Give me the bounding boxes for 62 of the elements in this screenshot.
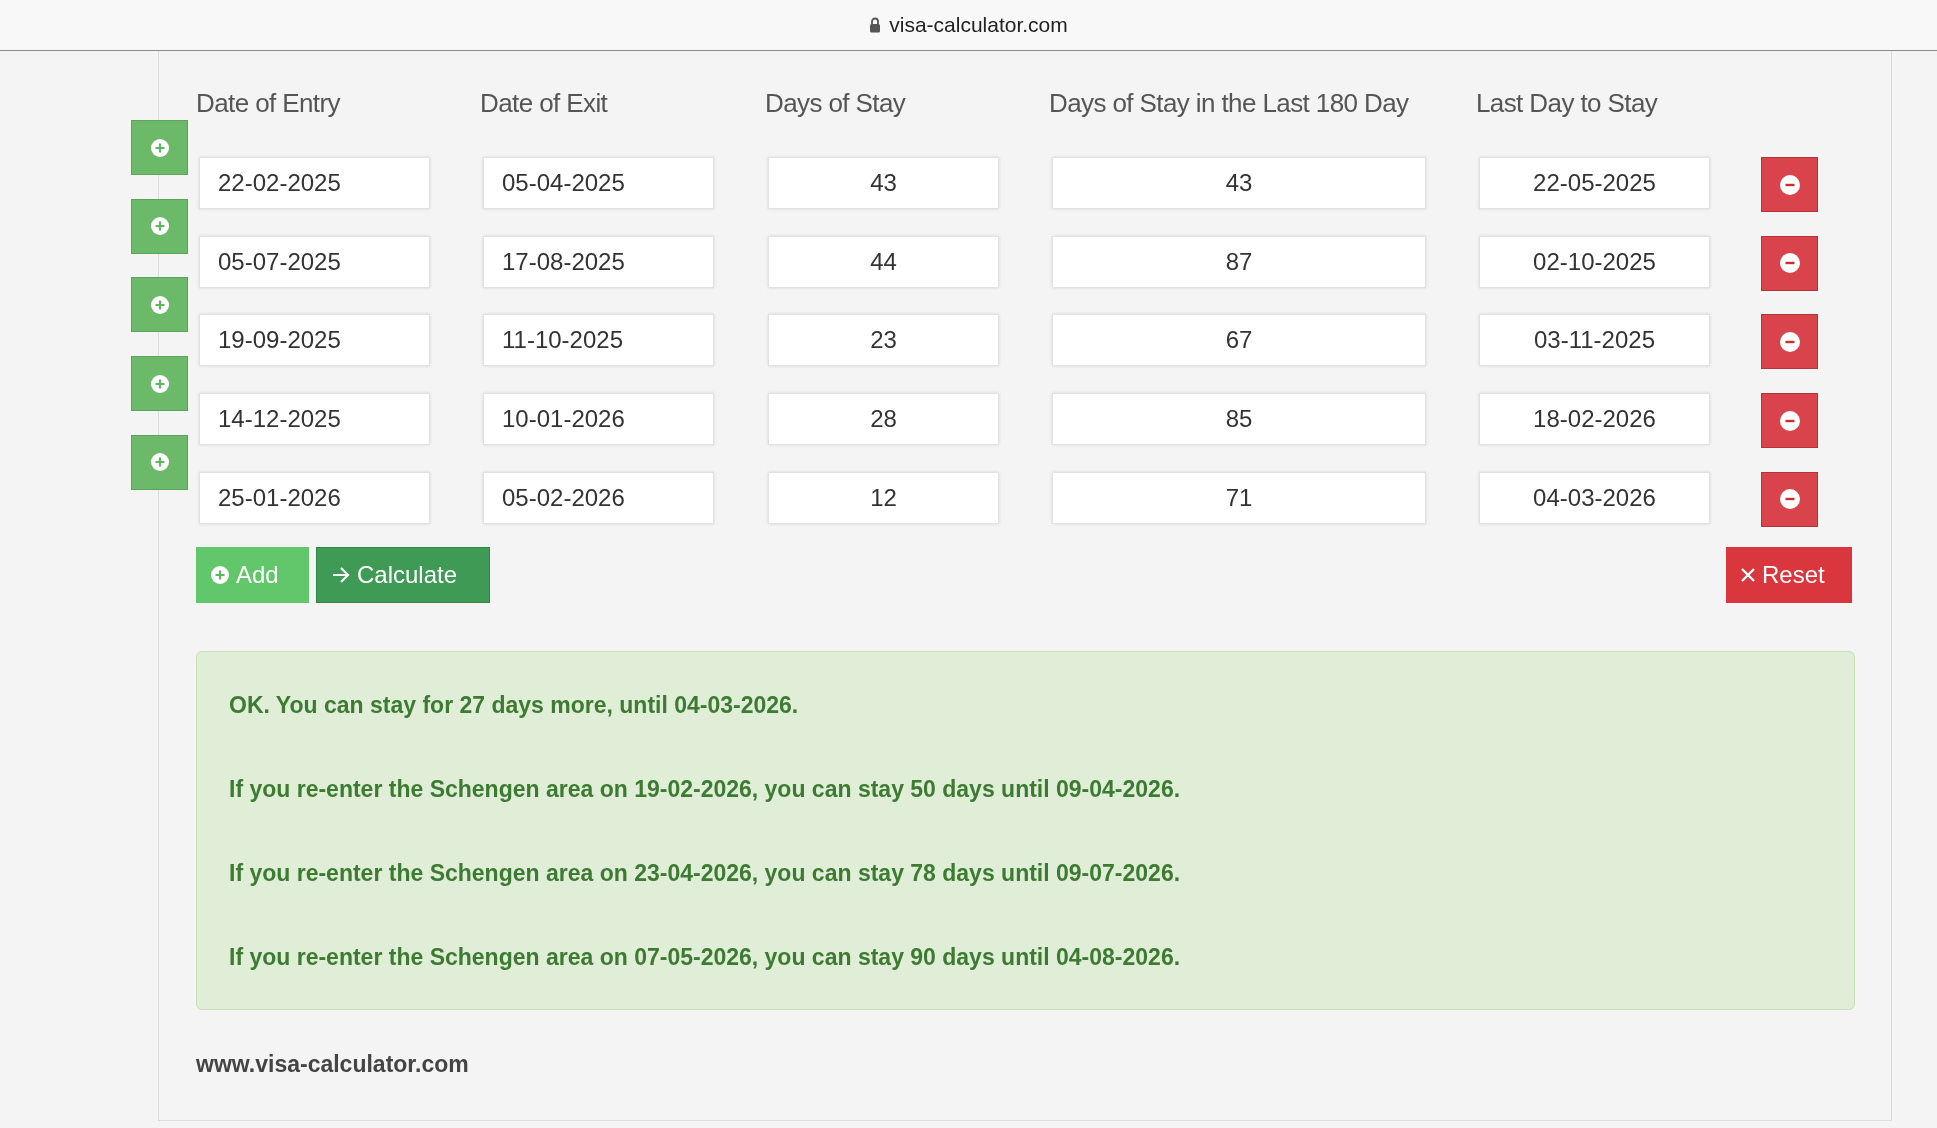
close-icon [1740,566,1756,583]
days-last-180-field[interactable]: 85 [1052,393,1426,446]
lock-icon [869,17,882,33]
minus-circle-icon [1778,409,1801,432]
last-day-field[interactable]: 03-11-2025 [1479,314,1710,367]
column-header: Days of Stay [765,87,907,119]
url-text[interactable]: visa-calculator.com [889,13,1068,37]
plus-circle-icon [149,137,170,158]
minus-circle-icon [1778,252,1801,275]
plus-circle-icon [210,564,230,585]
entry-date-field[interactable]: 14-12-2025 [199,393,430,446]
remove-row-button[interactable] [1761,314,1818,370]
remove-row-button[interactable] [1761,393,1818,449]
remove-row-button[interactable] [1761,235,1818,291]
last-day-field[interactable]: 22-05-2025 [1479,157,1710,209]
insert-row-button[interactable] [131,434,188,490]
remove-row-button[interactable] [1761,157,1818,212]
last-day-field[interactable]: 18-02-2026 [1479,393,1710,446]
days-last-180-field[interactable]: 67 [1052,314,1426,367]
insert-row-button[interactable] [131,277,188,333]
plus-circle-icon [149,452,170,473]
last-day-field[interactable]: 04-03-2026 [1479,471,1710,524]
minus-circle-icon [1778,173,1801,196]
result-message: If you re-enter the Schengen area on 23-04-2026, you can stay 78 days until 09-07-2026. [229,858,1182,888]
days-of-stay-field[interactable]: 12 [768,471,999,524]
column-header: Days of Stay in the Last 180 Day [1049,87,1410,119]
exit-date-field[interactable]: 17-08-2025 [483,235,714,288]
result-message: OK. You can stay for 27 days more, until 04-03-2026. [229,690,800,720]
entry-date-field[interactable]: 05-07-2025 [199,235,430,288]
column-header: Date of Entry [196,87,342,119]
days-of-stay-field[interactable]: 43 [768,157,999,209]
days-last-180-field[interactable]: 43 [1052,157,1426,209]
last-day-field[interactable]: 02-10-2025 [1479,235,1710,288]
plus-circle-icon [149,216,170,237]
days-of-stay-field[interactable]: 28 [768,393,999,446]
days-last-180-field[interactable]: 71 [1052,471,1426,524]
insert-row-button[interactable] [131,120,188,175]
footer-url-text: www.visa-calculator.com [196,1049,469,1079]
exit-date-field[interactable]: 10-01-2026 [483,393,714,446]
result-message: If you re-enter the Schengen area on 19-02-2026, you can stay 50 days until 09-04-2026. [229,774,1182,804]
plus-circle-icon [149,373,170,394]
minus-circle-icon [1778,488,1801,511]
arrow-right-icon [331,565,351,584]
exit-date-field[interactable]: 05-02-2026 [483,471,714,524]
result-message: If you re-enter the Schengen area on 07-05-2026, you can stay 90 days until 04-08-2026. [229,942,1182,972]
minus-circle-icon [1778,330,1801,353]
entry-date-field[interactable]: 25-01-2026 [199,471,430,524]
column-header: Date of Exit [480,87,609,119]
exit-date-field[interactable]: 05-04-2025 [483,157,714,209]
reset-button[interactable]: Reset [1726,546,1852,603]
insert-row-button[interactable] [131,198,188,254]
days-of-stay-field[interactable]: 23 [768,314,999,367]
days-of-stay-field[interactable]: 44 [768,235,999,288]
plus-circle-icon [149,294,170,315]
remove-row-button[interactable] [1761,471,1818,527]
insert-row-button[interactable] [131,356,188,412]
column-header: Last Day to Stay [1476,87,1659,119]
exit-date-field[interactable]: 11-10-2025 [483,314,714,367]
days-last-180-field[interactable]: 87 [1052,235,1426,288]
entry-date-field[interactable]: 19-09-2025 [199,314,430,367]
calculate-button[interactable]: Calculate [316,546,490,603]
entry-date-field[interactable]: 22-02-2025 [199,157,430,209]
